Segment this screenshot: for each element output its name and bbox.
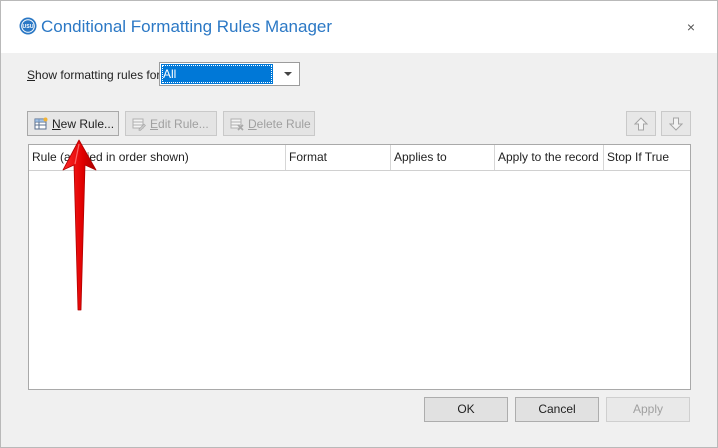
column-header-format[interactable]: Format bbox=[286, 145, 391, 170]
column-header-stop-if-true[interactable]: Stop If True bbox=[604, 145, 690, 170]
apply-button[interactable]: Apply bbox=[606, 397, 690, 422]
edit-rule-icon bbox=[132, 118, 146, 131]
new-rule-text: ew Rule... bbox=[60, 116, 115, 131]
app-logo-icon: USU bbox=[19, 17, 37, 35]
title-bar: USU Conditional Formatting Rules Manager… bbox=[1, 1, 717, 53]
delete-rule-accel: D bbox=[248, 116, 257, 131]
ok-button[interactable]: OK bbox=[424, 397, 508, 422]
move-down-button[interactable] bbox=[661, 111, 691, 136]
red-arrow-pointer-icon bbox=[62, 139, 97, 311]
edit-rule-text: dit Rule... bbox=[158, 116, 209, 131]
grid-header: Rule (applied in order shown) Format App… bbox=[29, 145, 690, 171]
close-icon: × bbox=[686, 19, 696, 35]
edit-rule-accel: E bbox=[150, 116, 159, 131]
dialog-window: USU Conditional Formatting Rules Manager… bbox=[0, 0, 718, 448]
filter-label-text: how formatting rules for: bbox=[35, 68, 164, 82]
arrow-down-icon bbox=[669, 117, 683, 131]
new-rule-button[interactable]: New Rule... bbox=[27, 111, 119, 136]
new-rule-icon bbox=[34, 117, 48, 129]
window-title: Conditional Formatting Rules Manager bbox=[41, 17, 333, 36]
delete-rule-icon bbox=[230, 118, 244, 131]
delete-rule-button[interactable]: Delete Rule bbox=[223, 111, 315, 136]
close-button[interactable]: × bbox=[683, 19, 699, 35]
column-header-applies-to[interactable]: Applies to bbox=[391, 145, 495, 170]
move-up-button[interactable] bbox=[626, 111, 656, 136]
edit-rule-button[interactable]: Edit Rule... bbox=[125, 111, 217, 136]
delete-rule-text: elete Rule bbox=[256, 116, 311, 131]
rules-scope-dropdown[interactable]: All bbox=[159, 62, 300, 86]
svg-text:USU: USU bbox=[23, 24, 34, 30]
arrow-up-icon bbox=[634, 116, 648, 130]
new-rule-accel: N bbox=[52, 116, 61, 131]
column-header-apply-to-record[interactable]: Apply to the record bbox=[495, 145, 604, 170]
delete-rule-label: Delete Rule bbox=[248, 117, 311, 131]
filter-label-accel: S bbox=[27, 68, 36, 82]
rules-grid[interactable]: Rule (applied in order shown) Format App… bbox=[28, 144, 691, 390]
filter-label: Show formatting rules for: bbox=[27, 68, 164, 82]
cancel-button[interactable]: Cancel bbox=[515, 397, 599, 422]
chevron-down-icon[interactable] bbox=[281, 69, 295, 79]
rules-scope-selected: All bbox=[161, 64, 273, 84]
edit-rule-label: Edit Rule... bbox=[150, 117, 209, 131]
new-rule-label: New Rule... bbox=[52, 117, 114, 131]
